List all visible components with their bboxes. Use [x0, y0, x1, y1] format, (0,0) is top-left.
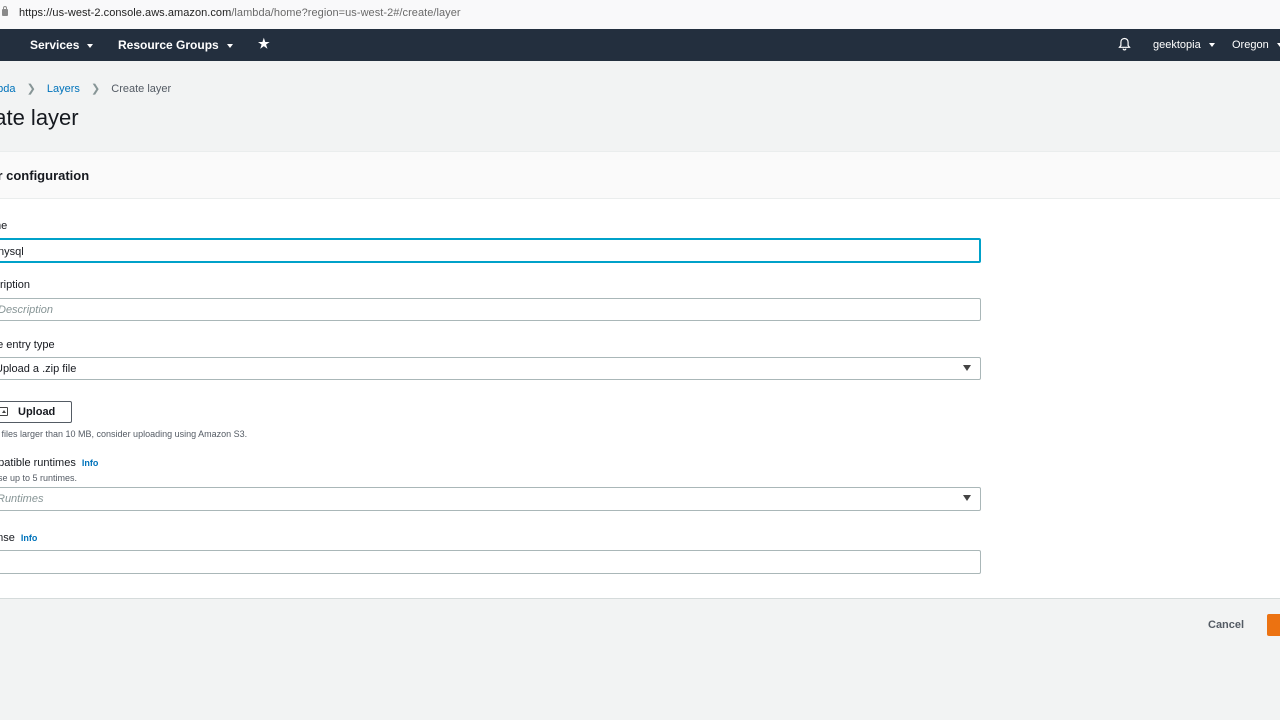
- panel-header: yer configuration: [0, 152, 1280, 199]
- resource-groups-menu[interactable]: Resource Groups: [118, 38, 233, 52]
- pin-icon[interactable]: ★: [258, 36, 270, 52]
- breadcrumb: mbda ❯ Layers ❯ Create layer: [0, 82, 171, 95]
- runtimes-select[interactable]: Runtimes: [0, 487, 981, 511]
- license-label: enseInfo: [0, 532, 38, 544]
- url-text[interactable]: https://us-west-2.console.aws.amazon.com…: [19, 7, 461, 19]
- description-label: scription: [0, 279, 30, 291]
- lock-icon: [2, 6, 8, 16]
- create-button[interactable]: [1267, 614, 1280, 636]
- cancel-button[interactable]: Cancel: [1208, 619, 1244, 631]
- breadcrumb-current: Create layer: [111, 83, 172, 95]
- aws-top-nav: Services Resource Groups ★ geektopia Ore…: [0, 29, 1280, 61]
- upload-hint: r files larger than 10 MB, consider uplo…: [0, 429, 248, 439]
- region-menu[interactable]: Oregon: [1232, 39, 1280, 51]
- chevron-down-icon: [87, 43, 94, 48]
- upload-button[interactable]: Upload: [0, 401, 72, 423]
- breadcrumb-layers[interactable]: Layers: [47, 83, 80, 95]
- compatible-runtimes-label: mpatible runtimesInfo: [0, 457, 99, 469]
- browser-address-bar[interactable]: https://us-west-2.console.aws.amazon.com…: [0, 0, 1280, 30]
- caret-down-icon: [963, 495, 971, 501]
- upload-icon: [0, 407, 8, 416]
- services-menu[interactable]: Services: [30, 38, 94, 52]
- chevron-right-icon: ❯: [26, 83, 36, 95]
- page-title: eate layer: [0, 105, 79, 130]
- license-info-link[interactable]: Info: [21, 533, 38, 543]
- runtimes-info-link[interactable]: Info: [82, 458, 99, 468]
- code-entry-type-select[interactable]: Upload a .zip file: [0, 357, 981, 380]
- panel-title: yer configuration: [0, 168, 90, 183]
- bell-icon[interactable]: [1118, 37, 1131, 54]
- account-menu[interactable]: geektopia: [1153, 39, 1215, 51]
- chevron-down-icon: [226, 43, 233, 48]
- license-input[interactable]: [0, 550, 981, 574]
- breadcrumb-lambda[interactable]: mbda: [0, 83, 16, 95]
- runtimes-hint: oose up to 5 runtimes.: [0, 473, 78, 483]
- chevron-right-icon: ❯: [90, 83, 101, 95]
- caret-down-icon: [963, 365, 971, 371]
- code-entry-type-label: de entry type: [0, 339, 55, 351]
- description-input[interactable]: Description: [0, 298, 981, 321]
- name-label: me: [0, 220, 8, 232]
- name-input[interactable]: nysql: [0, 238, 981, 263]
- chevron-down-icon: [1208, 43, 1215, 48]
